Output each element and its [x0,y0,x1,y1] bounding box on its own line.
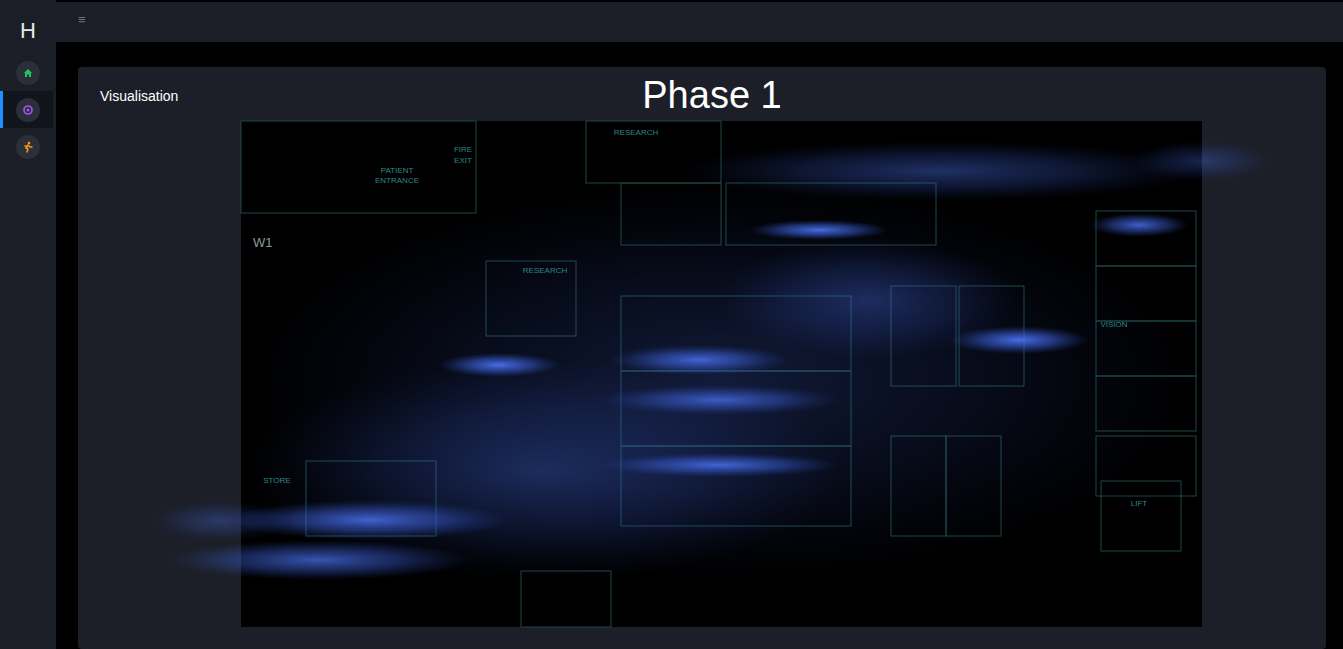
room-outline [241,121,476,213]
logo[interactable]: H [0,0,56,54]
nav-circle [16,61,40,85]
target-icon [22,104,34,116]
plan-label: W1 [253,235,273,250]
heat-blob [599,385,839,415]
plan-label: FIRE [453,145,471,154]
plan-label: EXIT [454,156,472,165]
heat-blob [229,500,509,540]
card-header: Visualisation Phase 1 [78,67,1326,121]
heat-blob [609,345,789,375]
sidebar-item[interactable] [0,128,53,165]
heat-blob [439,353,559,377]
heat-blob [599,453,839,477]
heatmap-canvas: PATIENTENTRANCEFIREEXITW1RESEARCHRESEARC… [241,121,1202,627]
heat-blob [681,141,1201,201]
topbar: ≡ [56,0,1343,42]
card-title: Visualisation [100,88,178,104]
heat-blob [1089,213,1189,237]
menu-button[interactable]: ≡ [78,2,86,27]
plan-label: RESEARCH [613,128,658,137]
app-shell: H ≡ Visualisation Phase 1 PATIENTENTRANC… [0,0,1343,649]
plan-label: LIFT [1130,499,1147,508]
plan-label: PATIENT [380,166,413,175]
floor-plan-heatmap: PATIENTENTRANCEFIREEXITW1RESEARCHRESEARC… [241,121,1202,627]
sidebar: H [0,0,56,649]
nav-circle [16,135,40,159]
plan-label: ENTRANCE [374,176,418,185]
runner-icon [22,141,34,153]
main: ≡ Visualisation Phase 1 PATIENTENTRANCE F… [56,0,1343,649]
visualisation-card: Visualisation Phase 1 PATIENTENTRANCE FIR… [78,67,1326,649]
heat-blob [169,540,469,580]
phase-heading: Phase 1 [642,73,781,117]
content: Visualisation Phase 1 PATIENTENTRANCE FIR… [56,42,1343,649]
home-icon [23,68,33,78]
nav-circle [16,98,40,122]
heat-blob [749,220,889,240]
sidebar-item[interactable] [0,91,53,128]
heat-blob [1131,141,1271,181]
sidebar-item[interactable] [0,54,53,91]
heat-blob [949,326,1089,354]
